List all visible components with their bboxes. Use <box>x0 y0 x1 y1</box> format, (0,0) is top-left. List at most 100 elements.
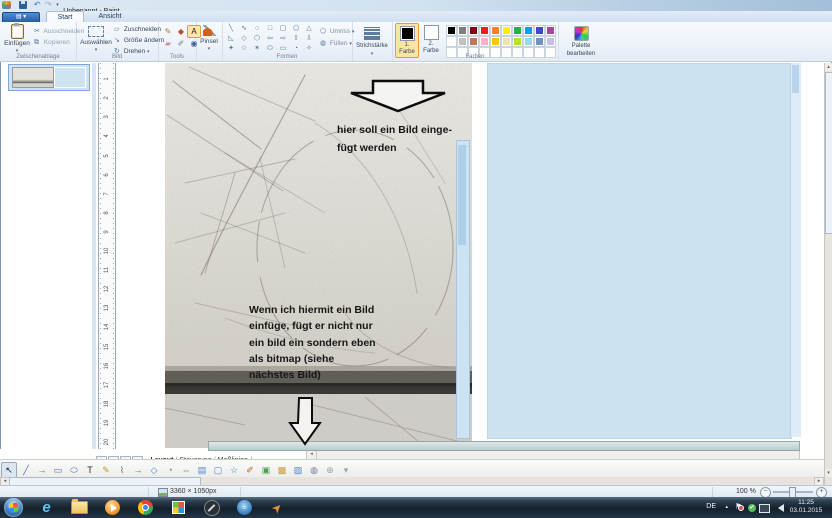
palette-icon <box>574 26 589 41</box>
ruler-number: 5 <box>104 151 110 161</box>
shape-button[interactable]: ☆ <box>238 44 250 53</box>
shape-button[interactable]: ⇦ <box>264 34 276 43</box>
chrome-icon[interactable] <box>129 497 162 518</box>
draw-tool-icon: ◇ <box>147 463 161 478</box>
network-icon[interactable] <box>759 504 770 513</box>
paint-horizontal-scrollbar[interactable]: ◂ ▸ <box>0 477 824 485</box>
color-swatch[interactable] <box>457 36 468 47</box>
clock[interactable]: 11:25 03.01.2015 <box>786 499 826 515</box>
select-button[interactable]: Auswählen ▾ <box>80 24 112 54</box>
save-icon[interactable] <box>19 1 27 9</box>
color-swatch[interactable] <box>501 25 512 36</box>
ruler-number: 13 <box>104 303 110 313</box>
shape-button[interactable]: ∿ <box>238 24 250 33</box>
color-swatch[interactable] <box>545 25 556 36</box>
scroll-down-icon[interactable]: ▾ <box>825 469 832 477</box>
color-swatch[interactable] <box>534 25 545 36</box>
draw-tool-icon: → <box>131 463 145 478</box>
desktop-screen: ↶ ↷ ▾ Unbenannt - Paint ▤ ▾ Start Ansich… <box>0 0 832 518</box>
taskbar: e ≈➤ DE ▴ ⚑ ✔ 11:25 03.01.2015 <box>0 497 832 518</box>
draw-tool-icon: ⇔ <box>179 463 193 478</box>
color-picker-tool-button[interactable]: ✐ <box>174 37 188 50</box>
draw-tool-icon: ☆ <box>227 463 241 478</box>
action-center-flag-icon[interactable]: ⚑ <box>735 502 742 511</box>
update-ok-icon[interactable]: ✔ <box>748 504 756 512</box>
shape-button[interactable]: ✦ <box>225 44 237 53</box>
tab-ansicht[interactable]: Ansicht <box>88 11 132 22</box>
embedded-blue-page <box>487 63 792 439</box>
shape-button[interactable]: ⇧ <box>290 34 302 43</box>
internet-explorer-icon[interactable]: e <box>30 497 63 518</box>
paste-button[interactable]: Einfügen ▾ <box>2 24 32 55</box>
start-button[interactable] <box>4 498 23 517</box>
shape-button[interactable]: ✶ <box>251 44 263 53</box>
dropdown-arrow-icon: ▾ <box>371 51 374 57</box>
copy-button[interactable]: ⧉ Kopieren <box>34 39 70 47</box>
color-swatch[interactable] <box>545 36 556 47</box>
shape-button[interactable]: ▢ <box>277 24 289 33</box>
ruler-number: 11 <box>104 265 110 275</box>
shape-button[interactable]: □ <box>264 24 276 33</box>
brush-button[interactable]: Pinsel ▾ <box>197 24 221 53</box>
quick-access-dropdown-icon[interactable]: ▾ <box>56 0 59 10</box>
openoffice-icon[interactable]: ≈ <box>228 497 261 518</box>
color-swatch[interactable] <box>479 36 490 47</box>
color-swatch[interactable] <box>468 36 479 47</box>
shape-button[interactable]: ◔ <box>290 44 302 53</box>
scroll-up-icon[interactable]: ▴ <box>825 63 832 71</box>
ruler-number: 20 <box>104 437 110 447</box>
draw-tool-icon: T <box>83 463 97 478</box>
color-swatch[interactable] <box>534 36 545 47</box>
shape-button[interactable]: ◇ <box>238 34 250 43</box>
color-swatch[interactable] <box>490 25 501 36</box>
color-swatch[interactable] <box>479 25 490 36</box>
windows-explorer-icon[interactable] <box>63 497 96 518</box>
ruler-number: 7 <box>104 189 110 199</box>
color1-button[interactable]: 1. Farbe <box>395 23 419 58</box>
ruler-number: 16 <box>104 361 110 371</box>
fill-button[interactable]: ◍ Füllen ▾ <box>320 38 354 50</box>
undo-icon[interactable]: ↶ <box>34 0 41 10</box>
shape-button[interactable]: ⬭ <box>264 44 276 53</box>
shape-button[interactable]: △ <box>303 24 315 33</box>
shape-button[interactable]: ╲ <box>225 24 237 33</box>
stroke-width-button[interactable]: Strichstärke ▾ <box>354 24 390 58</box>
outline-button[interactable]: ⬠ Umriss ▾ <box>320 26 354 38</box>
color-swatch[interactable] <box>457 25 468 36</box>
paint-vertical-scrollbar[interactable]: ▴ ▾ <box>824 63 832 485</box>
language-indicator[interactable]: DE <box>706 503 716 510</box>
shape-button[interactable]: ○ <box>251 24 263 33</box>
redo-icon[interactable]: ↷ <box>45 0 52 10</box>
color-swatch[interactable] <box>468 25 479 36</box>
color-swatch[interactable] <box>490 36 501 47</box>
color-swatch[interactable] <box>512 25 523 36</box>
media-player-icon[interactable] <box>96 497 129 518</box>
hidden-icons-chevron-icon[interactable]: ▴ <box>725 504 728 510</box>
shape-button[interactable]: ▭ <box>277 44 289 53</box>
image-size-value: 3360 × 1050px <box>170 488 217 495</box>
shape-button[interactable]: ⇨ <box>277 34 289 43</box>
vscroll-thumb[interactable] <box>825 72 832 234</box>
volume-icon[interactable] <box>778 504 784 512</box>
color-swatch[interactable] <box>446 25 457 36</box>
resize-button[interactable]: ↘ Größe ändern <box>114 36 164 44</box>
app-grid-icon[interactable] <box>162 497 195 518</box>
group-label: Bild <box>76 54 158 60</box>
crop-button[interactable]: ▱ Zuschneiden <box>114 25 161 33</box>
color-swatch[interactable] <box>512 36 523 47</box>
color-swatch[interactable] <box>523 36 534 47</box>
edit-palette-button[interactable]: Palette bearbeiten <box>561 24 601 58</box>
shape-button[interactable]: ⬡ <box>251 34 263 43</box>
eraser-tool-button[interactable]: ▰ <box>161 37 175 50</box>
shape-button[interactable]: ⬠ <box>290 24 302 33</box>
color-swatch[interactable] <box>523 25 534 36</box>
color-swatch[interactable] <box>501 36 512 47</box>
app-rocket-icon[interactable]: ➤ <box>261 497 294 518</box>
media-record-icon[interactable] <box>195 497 228 518</box>
color2-button[interactable]: 2. Farbe <box>420 23 442 56</box>
color-swatch[interactable] <box>446 36 457 47</box>
shape-button[interactable]: ⇩ <box>303 34 315 43</box>
shape-button[interactable]: ✧ <box>303 44 315 53</box>
shape-button[interactable]: ◺ <box>225 34 237 43</box>
draw-tool-icon: ⬭ <box>67 463 81 478</box>
